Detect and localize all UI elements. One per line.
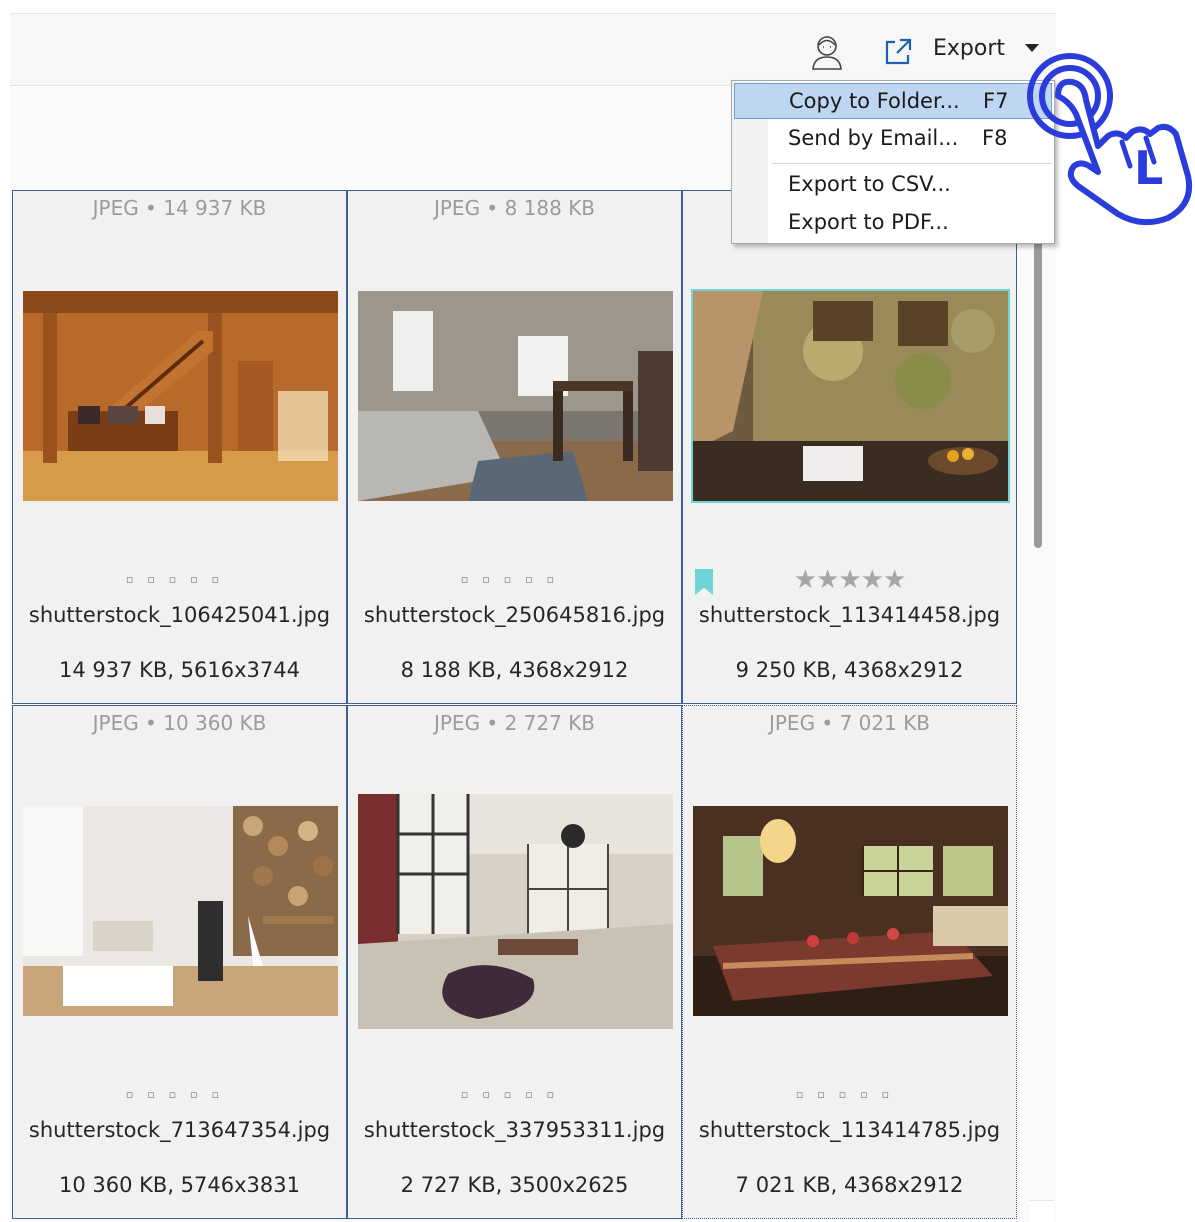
thumbnail-tile[interactable]: JPEG • 14 937 KB ▫▫▫▫▫ shutterstock_1064… bbox=[12, 190, 347, 704]
file-name: shutterstock_337953311.jpg bbox=[363, 1118, 666, 1142]
thumbnail-tile[interactable]: JPEG • 7 021 KB ▫▫▫▫▫ shutterstock_11341… bbox=[682, 705, 1017, 1219]
menu-item-label: Send by Email... bbox=[788, 126, 959, 150]
file-type-size: JPEG • 2 727 KB bbox=[433, 711, 596, 735]
menu-item-label: Export to PDF... bbox=[788, 210, 949, 234]
rating-stars[interactable]: ★★★★★ bbox=[683, 565, 1016, 595]
menu-item-copy-to-folder[interactable]: Copy to Folder... F7 bbox=[734, 83, 1052, 119]
thumbnail-tile[interactable]: JPEG • 10 360 KB ▫▫▫▫▫ shutterstock_7136… bbox=[12, 705, 347, 1219]
file-name: shutterstock_113414785.jpg bbox=[698, 1118, 1001, 1142]
thumbnail-image[interactable] bbox=[23, 291, 338, 501]
menu-item-label: Copy to Folder... bbox=[789, 89, 960, 113]
thumbnail-tile[interactable]: JPEG • 8 188 KB ▫▫▫▫▫ shutterstock_25064… bbox=[347, 190, 682, 704]
menu-item-shortcut: F7 bbox=[983, 89, 1009, 113]
thumbnail-grid: JPEG • 14 937 KB ▫▫▫▫▫ shutterstock_1064… bbox=[12, 190, 1018, 1220]
file-meta: 2 727 KB, 3500x2625 bbox=[400, 1173, 629, 1197]
top-strip bbox=[10, 0, 1056, 14]
menu-item-label: Export to CSV... bbox=[788, 172, 951, 196]
export-dropdown-menu: Copy to Folder... F7 Send by Email... F8… bbox=[731, 80, 1055, 244]
scrollbar-corner bbox=[1030, 1200, 1054, 1222]
thumbnail-image[interactable] bbox=[691, 289, 1010, 503]
file-type-size: JPEG • 8 188 KB bbox=[433, 196, 596, 220]
file-name: shutterstock_713647354.jpg bbox=[28, 1118, 331, 1142]
rating-empty[interactable]: ▫▫▫▫▫ bbox=[683, 1088, 1016, 1101]
rating-empty[interactable]: ▫▫▫▫▫ bbox=[13, 1088, 346, 1101]
file-name: shutterstock_250645816.jpg bbox=[363, 603, 666, 627]
thumbnail-image[interactable] bbox=[358, 291, 673, 501]
file-meta: 9 250 KB, 4368x2912 bbox=[735, 658, 964, 682]
app-window: Export JPEG • 14 937 KB ▫▫▫▫▫ shuttersto… bbox=[0, 0, 1195, 1222]
person-icon[interactable] bbox=[810, 34, 844, 70]
file-name: shutterstock_113414458.jpg bbox=[698, 603, 1001, 627]
menu-item-export-to-pdf[interactable]: Export to PDF... bbox=[734, 205, 1052, 241]
file-meta: 8 188 KB, 4368x2912 bbox=[400, 658, 629, 682]
scrollbar-thumb[interactable] bbox=[1034, 232, 1042, 548]
hand-pointer-icon: L bbox=[1018, 36, 1195, 228]
menu-item-send-by-email[interactable]: Send by Email... F8 bbox=[734, 121, 1052, 157]
toolbar: Export bbox=[10, 14, 1056, 86]
thumbnail-image[interactable] bbox=[693, 806, 1008, 1016]
file-meta: 10 360 KB, 5746x3831 bbox=[59, 1173, 300, 1197]
thumbnail-tile[interactable]: JPEG • 2 727 KB ▫▫▫▫▫ shutterstock_33795… bbox=[347, 705, 682, 1219]
file-type-size: JPEG • 7 021 KB bbox=[768, 711, 931, 735]
file-type-size: JPEG • 10 360 KB bbox=[92, 711, 267, 735]
export-button[interactable]: Export bbox=[933, 36, 1005, 61]
file-type-size: JPEG • 14 937 KB bbox=[92, 196, 267, 220]
rating-empty[interactable]: ▫▫▫▫▫ bbox=[348, 573, 681, 586]
file-meta: 7 021 KB, 4368x2912 bbox=[735, 1173, 964, 1197]
menu-item-shortcut: F8 bbox=[982, 126, 1008, 150]
file-name: shutterstock_106425041.jpg bbox=[28, 603, 331, 627]
menu-item-export-to-csv[interactable]: Export to CSV... bbox=[734, 167, 1052, 203]
file-meta: 14 937 KB, 5616x3744 bbox=[59, 658, 300, 682]
hand-letter: L bbox=[1134, 141, 1163, 195]
export-icon[interactable] bbox=[882, 36, 914, 68]
thumbnail-image[interactable] bbox=[358, 794, 673, 1029]
rating-empty[interactable]: ▫▫▫▫▫ bbox=[348, 1088, 681, 1101]
menu-separator bbox=[772, 163, 1052, 164]
thumbnail-tile-selected[interactable]: ★★★★★ shutterstock_113414458.jpg 9 250 K… bbox=[682, 190, 1017, 704]
rating-empty[interactable]: ▫▫▫▫▫ bbox=[13, 573, 346, 586]
thumbnail-image[interactable] bbox=[23, 806, 338, 1016]
